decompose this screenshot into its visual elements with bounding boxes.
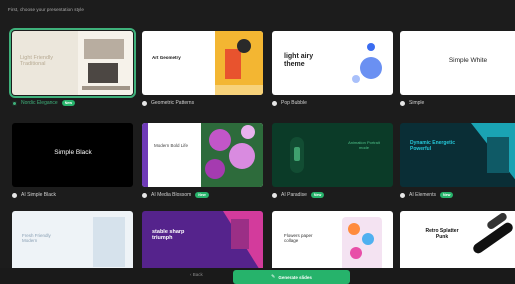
template-title: light airy theme [284, 53, 314, 69]
template-card-retro[interactable]: Retro Splatter Punk [400, 211, 515, 275]
template-label: AI Paradise [281, 192, 307, 198]
template-card-simple-black[interactable]: Simple Black [12, 123, 133, 187]
template-label: AI Media Blossom [151, 192, 192, 198]
template-card-paradise[interactable]: Animation Portrait mode [272, 123, 393, 187]
template-card-simple[interactable]: Simple White [400, 31, 515, 95]
preview-photo [78, 31, 133, 95]
new-badge: New [310, 192, 325, 198]
template-option-pop-bubble[interactable]: Pop Bubble [272, 98, 307, 108]
template-title: Dynamic Energetic Powerful [410, 140, 456, 152]
template-option-elements[interactable]: AI Elements New [400, 190, 454, 200]
template-card-fresh[interactable]: Fresh Friendly Modern [12, 211, 133, 275]
template-title: stable sharp triumph [152, 229, 185, 242]
template-title: Art Geometry [152, 55, 181, 60]
template-option-media-blossom[interactable]: AI Media Blossom New [142, 190, 209, 200]
template-label: Pop Bubble [281, 100, 307, 106]
template-title: Retro Splatter Punk [425, 228, 459, 240]
radio-selected[interactable] [12, 100, 17, 106]
template-option-simple-black[interactable]: AI Simple Black [12, 190, 56, 200]
radio[interactable] [142, 100, 147, 106]
template-label: Simple [409, 100, 425, 106]
radio[interactable] [12, 192, 17, 198]
new-badge: New [439, 192, 454, 198]
template-card-stable[interactable]: stable sharp triumph [142, 211, 263, 275]
preview-illustration [215, 31, 263, 95]
template-option-paradise[interactable]: AI Paradise New [272, 190, 325, 200]
template-card-nordic[interactable]: Light Friendly Traditional [9, 28, 136, 98]
template-option-geometric[interactable]: Geometric Patterns [142, 98, 194, 108]
footer-bar: ‹ Back ✎ Generate slides [0, 268, 515, 284]
generate-slides-button[interactable]: ✎ Generate slides [233, 270, 350, 284]
template-card-media-blossom[interactable]: Modern Bold Life [142, 123, 263, 187]
template-title: Light Friendly Traditional [20, 55, 54, 68]
template-card-geometric[interactable]: Art Geometry [142, 31, 263, 95]
template-card-elements[interactable]: Dynamic Energetic Powerful [400, 123, 515, 187]
template-title: Fresh Friendly Modern [22, 233, 51, 244]
radio[interactable] [272, 192, 277, 198]
new-badge: New [61, 100, 76, 106]
template-card-flowers[interactable]: Flowers paper collage [272, 211, 393, 275]
generate-label: Generate slides [278, 274, 312, 280]
template-label: AI Simple Black [21, 192, 57, 198]
prompt-text: First, choose your presentation style [8, 7, 84, 12]
template-option-simple[interactable]: Simple [400, 98, 424, 108]
template-title: Simple Black [54, 149, 92, 156]
template-title: Animation Portrait mode [348, 140, 380, 150]
radio[interactable] [400, 192, 405, 198]
template-card-pop-bubble[interactable]: light airy theme [272, 31, 393, 95]
radio[interactable] [400, 100, 405, 106]
template-title: Modern Bold Life [154, 143, 189, 148]
preview-flowers [201, 123, 263, 187]
template-label: Nordic Elegance [21, 100, 58, 106]
template-title: Simple White [448, 57, 488, 64]
template-label: Geometric Patterns [151, 100, 195, 106]
template-label: AI Elements [409, 192, 436, 198]
back-button[interactable]: ‹ Back [190, 272, 203, 277]
new-badge: New [195, 192, 209, 198]
template-option-nordic[interactable]: Nordic Elegance New [12, 98, 76, 108]
magic-wand-icon: ✎ [271, 274, 276, 280]
radio[interactable] [272, 100, 277, 106]
template-title: Flowers paper collage [284, 233, 313, 244]
radio[interactable] [142, 192, 147, 198]
back-label: Back [192, 272, 203, 277]
